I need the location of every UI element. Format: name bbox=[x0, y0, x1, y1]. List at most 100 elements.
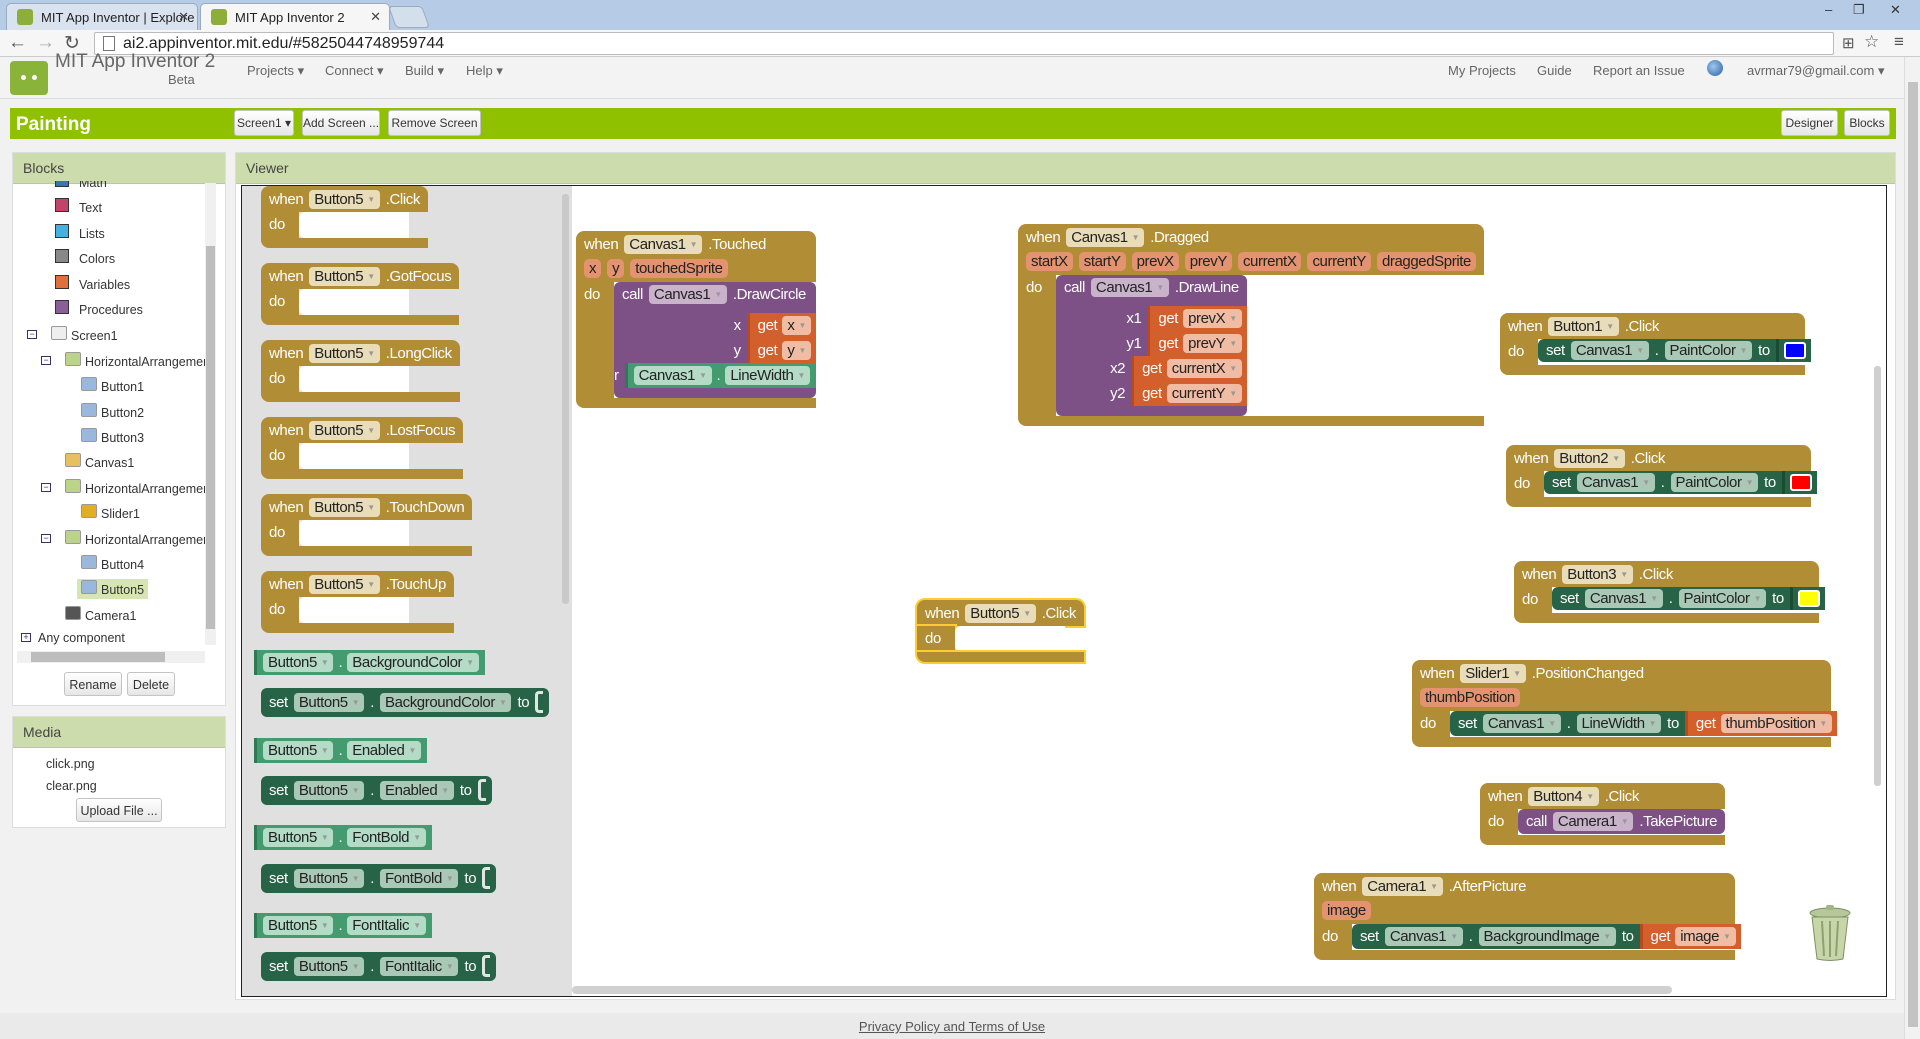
property-dropdown[interactable]: FontItalic ▼ bbox=[347, 916, 426, 935]
event-parameter[interactable]: startY bbox=[1078, 252, 1126, 271]
flyout-block[interactable]: Button5 ▼. Enabled ▼ bbox=[254, 738, 428, 763]
component-dropdown[interactable]: Button5 ▼ bbox=[309, 498, 380, 517]
event-handler-block[interactable]: when Button5 ▼ .Click do bbox=[917, 600, 1084, 662]
workspace-block[interactable]: when Camera1 ▼ .AfterPicture image do set Canva… bbox=[1314, 873, 1741, 960]
property-getter-block[interactable]: Canvas1 ▼. LineWidth ▼ bbox=[624, 363, 816, 388]
component-dropdown[interactable]: Button5 ▼ bbox=[263, 653, 334, 672]
flyout-block[interactable]: when Button5 ▼ .Click do bbox=[261, 186, 428, 248]
method-call-block[interactable]: call Canvas1 ▼ .DrawCircle x get x ▼ y get y ▼ r Canv… bbox=[614, 282, 816, 398]
do-slot[interactable]: call Canvas1 ▼ .DrawLine x1 get prevX ▼ y1 get pre… bbox=[1056, 275, 1247, 416]
collapse-toggle-icon[interactable]: − bbox=[41, 482, 51, 492]
do-slot[interactable] bbox=[299, 597, 409, 623]
variable-dropdown[interactable]: x ▼ bbox=[782, 316, 811, 335]
tree-item-horizontalarrangement2[interactable]: HorizontalArrangement2 bbox=[65, 478, 205, 496]
event-handler-block[interactable]: when Button5 ▼ .TouchDown do bbox=[261, 494, 473, 556]
restore-button[interactable]: ❐ bbox=[1853, 2, 1865, 18]
workspace-vertical-scrollbar[interactable] bbox=[1874, 366, 1881, 786]
workspace-block[interactable]: when Button1 ▼ .Click do set Canvas1 ▼. PaintCol… bbox=[1500, 313, 1811, 375]
empty-socket[interactable] bbox=[482, 955, 491, 977]
event-parameter[interactable]: startX bbox=[1026, 252, 1073, 271]
do-slot[interactable] bbox=[955, 626, 1065, 652]
workspace-horizontal-scrollbar[interactable] bbox=[572, 986, 1672, 994]
property-dropdown[interactable]: BackgroundImage ▼ bbox=[1478, 927, 1616, 946]
workspace-block[interactable]: when Button3 ▼ .Click do set Canvas1 ▼. PaintCol… bbox=[1514, 561, 1825, 623]
get-variable-block[interactable]: get currentY ▼ bbox=[1131, 381, 1247, 406]
variable-dropdown[interactable]: currentX ▼ bbox=[1166, 359, 1242, 378]
tree-item-slider1[interactable]: Slider1 bbox=[81, 503, 140, 521]
color-block[interactable] bbox=[1781, 471, 1817, 494]
component-dropdown[interactable]: Slider1 ▼ bbox=[1460, 664, 1526, 683]
setter-block[interactable]: set Canvas1 ▼. PaintColor ▼ to bbox=[1552, 587, 1825, 610]
tree-item-screen1[interactable]: Screen1 bbox=[51, 325, 118, 343]
browser-tab-app-inventor[interactable]: MIT App Inventor 2 ✕ bbox=[200, 3, 390, 30]
language-globe-icon[interactable] bbox=[1707, 60, 1723, 76]
property-dropdown[interactable]: PaintColor ▼ bbox=[1664, 341, 1753, 360]
forward-icon[interactable]: → bbox=[36, 32, 55, 54]
event-handler-block[interactable]: when Button4 ▼ .Click do call Camera1 ▼ .TakePic… bbox=[1480, 783, 1726, 845]
component-dropdown[interactable]: Camera1 ▼ bbox=[1362, 877, 1443, 896]
blocks-workspace[interactable]: when Button5 ▼ .Click do when Button5 ▼ .GotFocu… bbox=[241, 185, 1887, 997]
component-dropdown[interactable]: Canvas1 ▼ bbox=[1384, 927, 1463, 946]
component-dropdown[interactable]: Button5 ▼ bbox=[309, 190, 380, 209]
component-dropdown[interactable]: Button5 ▼ bbox=[263, 828, 334, 847]
address-bar[interactable]: ai2.appinventor.mit.edu/#582504474895974… bbox=[94, 32, 1834, 55]
workspace-block[interactable]: when Button4 ▼ .Click do call Camera1 ▼ .TakePic… bbox=[1480, 783, 1726, 845]
component-dropdown[interactable]: Button5 ▼ bbox=[293, 956, 365, 976]
flyout-scrollbar[interactable] bbox=[562, 194, 569, 604]
tree-item-canvas1[interactable]: Canvas1 bbox=[65, 452, 134, 470]
tree-horizontal-scrollbar[interactable] bbox=[17, 651, 205, 663]
property-dropdown[interactable]: BackgroundColor ▼ bbox=[380, 692, 512, 712]
tree-item-button2[interactable]: Button2 bbox=[81, 402, 144, 420]
do-slot[interactable]: call Canvas1 ▼ .DrawCircle x get x ▼ y get y ▼ r Canv… bbox=[614, 282, 816, 398]
flyout-block[interactable]: when Button5 ▼ .LongClick do bbox=[261, 340, 460, 402]
do-slot[interactable] bbox=[299, 443, 409, 469]
property-getter-block[interactable]: Button5 ▼. FontBold ▼ bbox=[254, 825, 432, 850]
get-variable-block[interactable]: get prevY ▼ bbox=[1147, 331, 1247, 356]
event-handler-block[interactable]: when Slider1 ▼ .PositionChanged thumbPositio… bbox=[1412, 660, 1837, 747]
component-dropdown[interactable]: Button5 ▼ bbox=[263, 741, 334, 760]
remove-screen-button[interactable]: Remove Screen bbox=[388, 110, 481, 136]
menu-connect[interactable]: Connect ▾ bbox=[325, 63, 384, 79]
event-handler-block[interactable]: when Canvas1 ▼ .Touched x y touchedSprite do cal… bbox=[576, 231, 816, 408]
delete-button[interactable]: Delete bbox=[127, 672, 175, 696]
get-variable-block[interactable]: get thumbPosition ▼ bbox=[1684, 711, 1837, 736]
event-handler-block[interactable]: when Canvas1 ▼ .Dragged startX startY prevX pre… bbox=[1018, 224, 1484, 426]
component-dropdown[interactable]: Button5 ▼ bbox=[965, 604, 1036, 623]
event-handler-block[interactable]: when Button5 ▼ .LostFocus do bbox=[261, 417, 464, 479]
component-dropdown[interactable]: Canvas1 ▼ bbox=[1576, 473, 1655, 492]
menu-projects[interactable]: Projects ▾ bbox=[247, 63, 304, 79]
do-slot[interactable]: set Canvas1 ▼. PaintColor ▼ to bbox=[1544, 471, 1817, 497]
variable-dropdown[interactable]: prevX ▼ bbox=[1183, 309, 1242, 328]
color-block[interactable] bbox=[1775, 339, 1811, 362]
get-variable-block[interactable]: get prevX ▼ bbox=[1147, 306, 1247, 331]
get-variable-block[interactable]: get currentX ▼ bbox=[1131, 356, 1247, 381]
setter-block[interactable]: set Button5 ▼. FontBold ▼ to bbox=[261, 864, 497, 893]
property-dropdown[interactable]: FontItalic ▼ bbox=[380, 956, 459, 976]
event-parameter[interactable]: thumbPosition bbox=[1420, 688, 1520, 707]
workspace-block[interactable]: when Slider1 ▼ .PositionChanged thumbPositio… bbox=[1412, 660, 1837, 747]
flyout-block[interactable]: set Button5 ▼. FontBold ▼ to bbox=[261, 864, 497, 893]
flyout-block[interactable]: set Button5 ▼. BackgroundColor ▼ to bbox=[261, 688, 550, 717]
setter-block[interactable]: set Button5 ▼. Enabled ▼ to bbox=[261, 776, 492, 805]
bookmark-star-icon[interactable]: ☆ bbox=[1864, 32, 1879, 52]
menu-build[interactable]: Build ▾ bbox=[405, 63, 444, 79]
variable-dropdown[interactable]: prevY ▼ bbox=[1183, 334, 1242, 353]
color-block[interactable] bbox=[1789, 587, 1825, 610]
drawer-text[interactable]: Text bbox=[55, 198, 102, 215]
screen-select-dropdown[interactable]: Screen1 ▾ bbox=[234, 110, 294, 136]
component-dropdown[interactable]: Canvas1 ▼ bbox=[1570, 341, 1649, 360]
do-slot[interactable] bbox=[299, 212, 409, 238]
page-scrollbar[interactable] bbox=[1904, 57, 1920, 1039]
menu-help[interactable]: Help ▾ bbox=[466, 63, 503, 79]
component-dropdown[interactable]: Canvas1 ▼ bbox=[624, 235, 703, 254]
drawer-procedures[interactable]: Procedures bbox=[55, 300, 143, 317]
event-handler-block[interactable]: when Button1 ▼ .Click do set Canvas1 ▼. PaintCol… bbox=[1500, 313, 1811, 375]
menu-icon[interactable]: ≡ bbox=[1894, 32, 1904, 52]
flyout-block[interactable]: set Button5 ▼. FontItalic ▼ to bbox=[261, 952, 497, 981]
expand-toggle-icon[interactable]: + bbox=[21, 633, 31, 643]
component-dropdown[interactable]: Canvas1 ▼ bbox=[1090, 278, 1169, 297]
do-slot[interactable] bbox=[299, 520, 409, 546]
component-dropdown[interactable]: Canvas1 ▼ bbox=[648, 285, 727, 304]
tree-item-button1[interactable]: Button1 bbox=[81, 376, 144, 394]
event-parameter[interactable]: image bbox=[1322, 901, 1371, 920]
